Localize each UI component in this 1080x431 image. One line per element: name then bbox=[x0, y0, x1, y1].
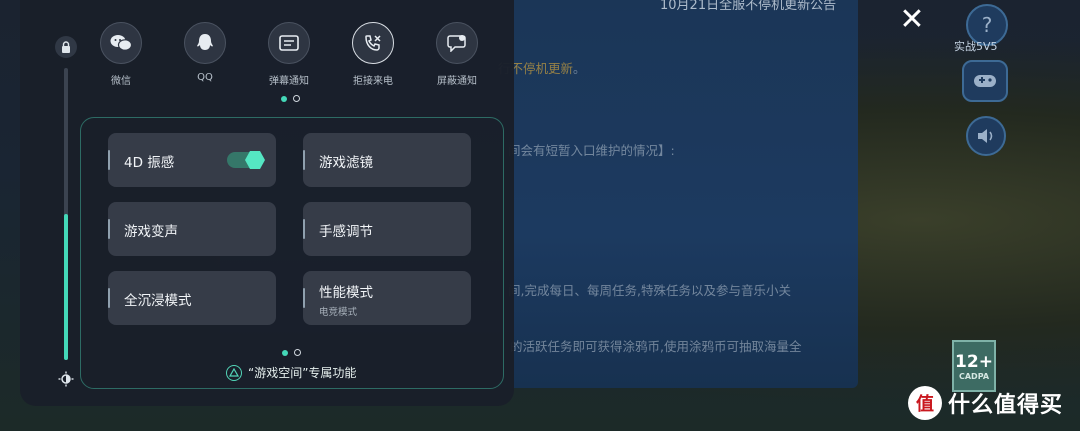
brightness-slider[interactable] bbox=[64, 68, 68, 360]
quick-action-label: 弹幕通知 bbox=[269, 76, 309, 87]
rating-value: 12+ bbox=[955, 351, 993, 372]
quick-action-label: 微信 bbox=[111, 76, 131, 87]
tile-indicator bbox=[108, 219, 110, 239]
vibration-toggle[interactable] bbox=[227, 151, 265, 169]
feature-label: 游戏滤镜 bbox=[319, 155, 373, 171]
quick-action-pager[interactable] bbox=[281, 95, 300, 102]
quick-action-label: QQ bbox=[197, 72, 213, 83]
qq-glyph bbox=[197, 34, 213, 50]
feature-voice-changer[interactable]: 游戏变声 bbox=[108, 202, 276, 256]
rating-org: CADPA bbox=[958, 371, 990, 381]
announcement-line: 间,完成每日、每周任务,特殊任务以及参与音乐小关 bbox=[508, 283, 791, 298]
features-pager[interactable] bbox=[282, 349, 301, 356]
feature-touch-adjust[interactable]: 手感调节 bbox=[303, 202, 471, 256]
game-space-logo-glyph bbox=[229, 367, 239, 377]
page-dot[interactable] bbox=[294, 349, 301, 356]
page-dot-active[interactable] bbox=[281, 95, 287, 102]
quick-action-label: 拒接来电 bbox=[353, 76, 393, 87]
announcement-line: 的活跃任务即可获得涂鸦币,使用涂鸦币可抽取海量全 bbox=[510, 339, 802, 354]
watermark-logo-icon: 值 bbox=[908, 386, 942, 420]
game-space-panel: 微信 QQ 弹幕通知 拒接来电 屏蔽通知 4D 振感 游戏滤镜 游戏变声 手感调… bbox=[20, 0, 514, 406]
brightness-glyph bbox=[58, 371, 74, 387]
feature-label: 性能模式 bbox=[319, 285, 373, 301]
wechat-icon bbox=[100, 22, 142, 64]
page-dot-active[interactable] bbox=[282, 349, 288, 356]
speaker-icon[interactable] bbox=[966, 116, 1006, 156]
toggle-knob bbox=[245, 151, 265, 169]
tile-indicator bbox=[108, 150, 110, 170]
watermark-text: 什么值得买 bbox=[948, 393, 1064, 418]
feature-game-filter[interactable]: 游戏滤镜 bbox=[303, 133, 471, 187]
quick-action-qq[interactable]: QQ bbox=[170, 22, 240, 83]
feature-label: 4D 振感 bbox=[124, 155, 175, 171]
close-icon[interactable]: ✕ bbox=[895, 2, 929, 37]
game-space-logo-icon bbox=[226, 364, 242, 381]
qq-icon bbox=[184, 22, 226, 64]
barrage-icon bbox=[268, 22, 310, 64]
lock-glyph bbox=[62, 41, 70, 53]
reject-call-icon bbox=[352, 22, 394, 64]
lock-icon[interactable] bbox=[55, 36, 77, 58]
gamepad-icon[interactable] bbox=[962, 60, 1008, 102]
barrage-glyph bbox=[279, 35, 299, 51]
reject-call-glyph bbox=[365, 35, 381, 51]
announcement-line: 间会有短暂入口维护的情况】: bbox=[508, 143, 675, 158]
quick-action-barrage[interactable]: 弹幕通知 bbox=[254, 22, 324, 87]
block-notification-icon bbox=[436, 22, 478, 64]
announcement-highlight: 不停机更新 bbox=[510, 61, 574, 76]
quick-action-wechat[interactable]: 微信 bbox=[86, 22, 156, 87]
feature-sublabel: 电竞模式 bbox=[319, 307, 358, 318]
feature-performance-mode[interactable]: 性能模式 电竞模式 bbox=[303, 271, 471, 325]
brightness-slider-fill bbox=[64, 214, 68, 360]
quick-action-reject-call[interactable]: 拒接来电 bbox=[338, 22, 408, 87]
page-dot[interactable] bbox=[293, 95, 300, 102]
brightness-icon bbox=[55, 368, 77, 390]
announcement-title: 10月21日全服不停机更新公告 bbox=[660, 0, 837, 13]
tile-indicator bbox=[303, 219, 305, 239]
quick-action-block-notification[interactable]: 屏蔽通知 bbox=[422, 22, 492, 87]
tile-indicator bbox=[303, 288, 305, 308]
feature-label: 手感调节 bbox=[319, 224, 373, 240]
age-rating-badge: 12+ CADPA bbox=[952, 340, 996, 392]
gamepad-glyph bbox=[974, 75, 996, 87]
speaker-glyph bbox=[978, 129, 993, 143]
features-box: 4D 振感 游戏滤镜 游戏变声 手感调节 全沉浸模式 性能模式 电竞模式 bbox=[80, 117, 504, 389]
feature-4d-vibration[interactable]: 4D 振感 bbox=[108, 133, 276, 187]
tile-indicator bbox=[108, 288, 110, 308]
footer-label: “游戏空间”专属功能 bbox=[248, 366, 357, 380]
game-space-footer: “游戏空间”专属功能 bbox=[226, 364, 356, 381]
quick-action-label: 屏蔽通知 bbox=[437, 76, 477, 87]
wechat-glyph bbox=[110, 35, 132, 51]
block-notification-glyph bbox=[447, 35, 466, 52]
feature-label: 全沉浸模式 bbox=[124, 293, 192, 309]
watermark: 值 什么值得买 bbox=[908, 386, 1063, 420]
tile-indicator bbox=[303, 150, 305, 170]
mode-label: 实战5V5 bbox=[954, 40, 998, 53]
feature-immersive-mode[interactable]: 全沉浸模式 bbox=[108, 271, 276, 325]
feature-label: 游戏变声 bbox=[124, 224, 178, 240]
